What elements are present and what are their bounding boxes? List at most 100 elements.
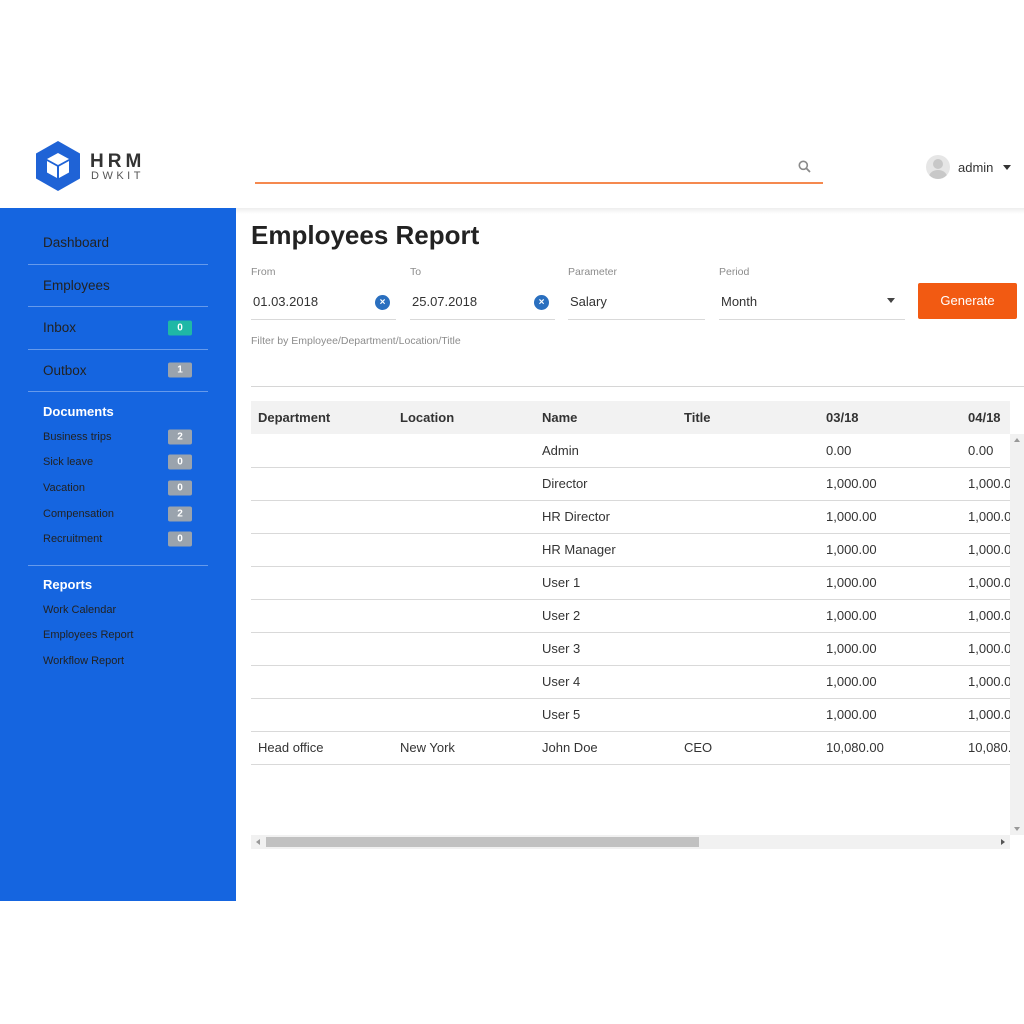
table-cell xyxy=(251,500,393,534)
table-header-row: Department Location Name Title 03/18 04/… xyxy=(251,401,1010,434)
table-cell: 1,000.00 xyxy=(961,500,1010,534)
column-header[interactable]: 04/18 xyxy=(961,401,1010,434)
table-row[interactable]: Director 1,000.00 1,000.00 xyxy=(251,467,1010,501)
table-cell xyxy=(251,632,393,666)
inbox-count-badge: 0 xyxy=(168,320,192,336)
table-cell xyxy=(677,434,819,468)
count-badge: 2 xyxy=(168,506,192,522)
column-header[interactable]: Name xyxy=(535,401,677,434)
scroll-right-icon[interactable] xyxy=(1001,839,1005,845)
column-header[interactable]: Location xyxy=(393,401,535,434)
sidebar-item-employees-report[interactable]: Employees Report xyxy=(28,623,208,649)
reports-section-title: Reports xyxy=(43,577,93,592)
table-cell: 1,000.00 xyxy=(961,665,1010,699)
table-cell xyxy=(393,632,535,666)
table-cell: 1,000.00 xyxy=(819,533,961,567)
sidebar-item-inbox[interactable]: Inbox 0 xyxy=(28,307,208,350)
period-label: Period xyxy=(719,266,750,278)
sidebar-item-label: Sick leave xyxy=(43,456,94,469)
table-cell: Admin xyxy=(535,434,677,468)
from-date-field[interactable]: From 01.03.2018 × xyxy=(251,266,396,320)
table-cell: CEO xyxy=(677,731,819,765)
table-row[interactable]: Admin 0.00 0.00 xyxy=(251,434,1010,468)
table-cell: New York xyxy=(393,731,535,765)
parameter-field[interactable]: Parameter Salary xyxy=(568,266,705,320)
period-value: Month xyxy=(721,294,758,309)
table-cell: 10,080.00 xyxy=(961,731,1010,765)
clear-from-icon[interactable]: × xyxy=(375,295,390,310)
sidebar-item-label: Inbox xyxy=(43,320,77,336)
period-select[interactable]: Period Month xyxy=(719,266,905,320)
scroll-up-icon[interactable] xyxy=(1014,438,1020,442)
from-value: 01.03.2018 xyxy=(253,294,319,309)
sidebar-item-recruitment[interactable]: Recruitment 0 xyxy=(28,526,208,552)
table-cell: 0.00 xyxy=(819,434,961,468)
scrollbar-thumb[interactable] xyxy=(266,837,699,847)
reports-list: Work Calendar Employees Report Workflow … xyxy=(28,597,208,674)
table-cell xyxy=(393,467,535,501)
sidebar-divider xyxy=(28,565,208,566)
vertical-scrollbar[interactable] xyxy=(1010,434,1024,835)
parameter-label: Parameter xyxy=(568,266,618,278)
column-header[interactable]: Department xyxy=(251,401,393,434)
sidebar-item-workflow-report[interactable]: Workflow Report xyxy=(28,648,208,674)
divider xyxy=(251,386,1024,387)
generate-button[interactable]: Generate xyxy=(918,283,1017,319)
column-header[interactable]: 03/18 xyxy=(819,401,961,434)
search-input[interactable] xyxy=(255,150,785,182)
parameter-value: Salary xyxy=(570,294,607,309)
sidebar-item-label: Dashboard xyxy=(43,235,110,251)
sidebar-item-dashboard[interactable]: Dashboard xyxy=(28,222,208,265)
app-logo[interactable]: HRM DWKIT xyxy=(36,141,146,191)
table-cell xyxy=(251,434,393,468)
brand-subtitle: DWKIT xyxy=(91,170,144,182)
count-badge: 0 xyxy=(168,454,192,470)
from-label: From xyxy=(251,266,276,278)
table-cell: 10,080.00 xyxy=(819,731,961,765)
table-cell xyxy=(251,698,393,732)
table-cell: User 2 xyxy=(535,599,677,633)
filter-link[interactable]: Filter by Employee/Department/Location/T… xyxy=(251,335,461,347)
table-cell: 1,000.00 xyxy=(819,698,961,732)
sidebar-item-label: Compensation xyxy=(43,507,114,520)
search-icon[interactable] xyxy=(798,160,811,173)
sidebar-item-sick-leave[interactable]: Sick leave 0 xyxy=(28,450,208,476)
sidebar-item-work-calendar[interactable]: Work Calendar xyxy=(28,597,208,623)
table-row[interactable]: User 3 1,000.00 1,000.00 xyxy=(251,632,1010,666)
table-cell: User 4 xyxy=(535,665,677,699)
table-cell xyxy=(393,434,535,468)
sidebar-item-vacation[interactable]: Vacation 0 xyxy=(28,475,208,501)
table-row[interactable]: HR Director 1,000.00 1,000.00 xyxy=(251,500,1010,534)
table-cell xyxy=(251,566,393,600)
table-cell xyxy=(677,665,819,699)
table-cell xyxy=(677,467,819,501)
table-cell: 1,000.00 xyxy=(961,698,1010,732)
sidebar-item-label: Vacation xyxy=(43,481,85,494)
table-cell xyxy=(677,566,819,600)
sidebar-item-outbox[interactable]: Outbox 1 xyxy=(28,350,208,392)
table-row[interactable]: Head office New York John Doe CEO 10,080… xyxy=(251,731,1010,765)
table-cell: HR Director xyxy=(535,500,677,534)
to-date-field[interactable]: To 25.07.2018 × xyxy=(410,266,555,320)
column-header[interactable]: Title xyxy=(677,401,819,434)
scroll-left-icon[interactable] xyxy=(256,839,260,845)
horizontal-scrollbar[interactable] xyxy=(251,835,1010,849)
user-menu[interactable]: admin xyxy=(926,153,1012,181)
table-row[interactable]: User 4 1,000.00 1,000.00 xyxy=(251,665,1010,699)
table-cell: Head office xyxy=(251,731,393,765)
table-row[interactable]: HR Manager 1,000.00 1,000.00 xyxy=(251,533,1010,567)
table-cell xyxy=(393,665,535,699)
user-name: admin xyxy=(958,159,994,175)
sidebar-item-business-trips[interactable]: Business trips 2 xyxy=(28,424,208,450)
sidebar-item-employees[interactable]: Employees xyxy=(28,265,208,307)
scroll-down-icon[interactable] xyxy=(1014,827,1020,831)
sidebar-item-compensation[interactable]: Compensation 2 xyxy=(28,501,208,527)
table-cell: John Doe xyxy=(535,731,677,765)
table-row[interactable]: User 5 1,000.00 1,000.00 xyxy=(251,698,1010,732)
table-cell xyxy=(393,500,535,534)
clear-to-icon[interactable]: × xyxy=(534,295,549,310)
table-row[interactable]: User 1 1,000.00 1,000.00 xyxy=(251,566,1010,600)
table-row[interactable]: User 2 1,000.00 1,000.00 xyxy=(251,599,1010,633)
cube-logo-icon xyxy=(36,141,80,191)
table-cell: User 1 xyxy=(535,566,677,600)
